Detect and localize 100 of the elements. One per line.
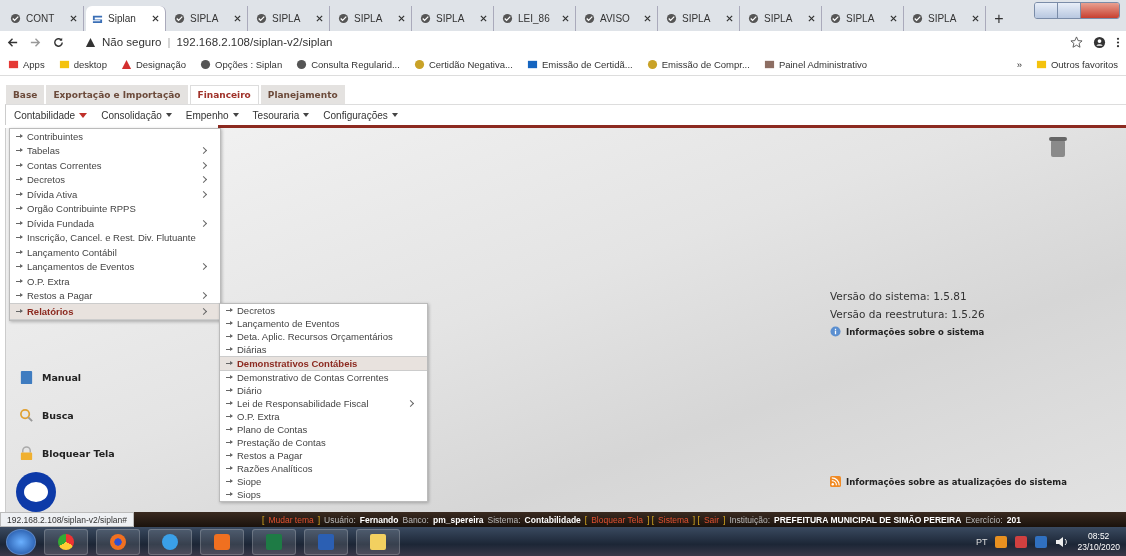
status-text: Sistema: [487, 514, 521, 525]
menu-button[interactable]: Empenho [185, 109, 239, 121]
start-button[interactable] [6, 528, 36, 555]
profile-icon[interactable] [1093, 35, 1106, 49]
close-icon[interactable] [562, 15, 569, 22]
menu-item[interactable]: Contribuintes [10, 129, 220, 144]
close-icon[interactable] [152, 15, 159, 22]
module-tab[interactable]: Financeiro [189, 85, 259, 104]
taskbar-app-icon[interactable] [44, 528, 88, 555]
close-icon[interactable] [808, 15, 815, 22]
app-favicon-icon [92, 13, 103, 24]
close-icon[interactable] [398, 15, 405, 22]
bookmark[interactable]: Emissão de Certidã... [526, 58, 633, 70]
bookmark[interactable]: desktop [58, 58, 107, 70]
module-tab[interactable]: Base [6, 85, 45, 104]
close-icon[interactable] [480, 15, 487, 22]
menu-item[interactable]: Siops [220, 488, 427, 501]
browser-tab[interactable]: Siplan [86, 6, 166, 31]
menu-item[interactable]: Dívida Fundada [10, 216, 220, 231]
bookmark[interactable]: Painel Administrativo [763, 58, 868, 70]
close-icon[interactable] [890, 15, 897, 22]
menu-item[interactable]: Diárias [220, 343, 427, 356]
menu-item[interactable]: Decretos [220, 304, 427, 317]
close-icon[interactable] [726, 15, 733, 22]
menu-item[interactable]: Restos a Pagar [220, 449, 427, 462]
menu-item[interactable]: Deta. Aplic. Recursos Orçamentários [220, 330, 427, 343]
side-link[interactable]: Busca [19, 408, 74, 423]
new-tab-button[interactable]: + [988, 6, 1010, 31]
status-link[interactable]: Mudar tema [268, 514, 314, 525]
status-text: [ [262, 514, 265, 525]
window-controls[interactable] [1034, 2, 1120, 19]
version-text: Versão da reestrutura: 1.5.26 [830, 307, 986, 322]
more-bookmarks-button[interactable]: » [1016, 58, 1022, 70]
system-info-link[interactable]: Informações sobre o sistema [830, 326, 1126, 337]
module-tab[interactable]: Exportação e Importação [46, 85, 188, 104]
trash-icon[interactable] [1048, 136, 1068, 158]
menu-item[interactable]: Prestação de Contas [220, 436, 427, 449]
address-bar[interactable]: Não seguro | 192.168.2.108/siplan-v2/siplan [81, 33, 337, 51]
menu-item[interactable]: Demonstrativo de Contas Correntes [220, 371, 427, 384]
close-icon[interactable] [644, 15, 651, 22]
taskbar-app-icon[interactable] [200, 528, 244, 555]
clock[interactable]: 08:52 23/10/2020 [1077, 530, 1120, 553]
menu-item[interactable]: Razões Analíticos [220, 462, 427, 475]
side-link[interactable]: Bloquear Tela [19, 446, 115, 461]
bookmark[interactable]: Emissão de Compr... [646, 58, 750, 70]
menu-button[interactable]: Contabilidade [14, 109, 88, 121]
version-text: Versão do sistema: 1.5.81 [830, 289, 968, 304]
taskbar-app-icon[interactable] [96, 528, 140, 555]
menu-item[interactable]: Lei de Responsabilidade Fiscal [220, 397, 427, 410]
status-link[interactable]: Sistema [658, 514, 689, 525]
language-indicator[interactable]: PT [975, 536, 988, 547]
menu-button[interactable]: Tesouraria [252, 109, 310, 121]
menu-item[interactable]: Diário [220, 384, 427, 397]
side-link[interactable]: Manual [19, 370, 82, 385]
menu-item[interactable]: Dívida Ativa [10, 187, 220, 202]
bookmark[interactable]: Opções : Siplan [200, 58, 283, 70]
menu-item[interactable]: Lançamento de Eventos [220, 317, 427, 330]
close-icon[interactable] [972, 15, 979, 22]
menu-button[interactable]: Configurações [323, 109, 398, 121]
reload-icon[interactable] [52, 35, 65, 49]
taskbar-app-icon[interactable] [356, 528, 400, 555]
bookmark[interactable]: Consulta Regularid... [296, 58, 400, 70]
menu-item[interactable]: Contas Correntes [10, 158, 220, 173]
status-link[interactable]: Bloquear Tela [591, 514, 643, 525]
menu-item[interactable]: Restos a Pagar [10, 288, 220, 303]
close-icon[interactable] [234, 15, 241, 22]
menu-item[interactable]: Siope [220, 475, 427, 488]
menu-icon[interactable] [1116, 35, 1120, 49]
status-text: Exercício: [965, 514, 1003, 525]
taskbar-app-icon[interactable] [148, 528, 192, 555]
tray-icon[interactable] [995, 535, 1008, 548]
menu-item[interactable]: Relatórios [10, 303, 220, 320]
menu-item[interactable]: Lançamentos de Eventos [10, 259, 220, 274]
speaker-icon[interactable] [1055, 535, 1070, 548]
menu-item[interactable]: O.P. Extra [220, 410, 427, 423]
bookmark[interactable]: Designação [120, 58, 187, 70]
tray-icon[interactable] [1015, 535, 1028, 548]
menu-item[interactable]: Demonstrativos Contábeis [220, 356, 427, 371]
status-text: ] [317, 514, 321, 525]
updates-link[interactable]: Informações sobre as atualizações do sistema [830, 476, 1126, 487]
bookmark[interactable]: Outros favoritos [1035, 58, 1118, 70]
module-tab[interactable]: Planejamento [260, 85, 345, 104]
book-icon [19, 370, 34, 385]
status-link[interactable]: Sair [703, 514, 720, 525]
menu-item[interactable]: Plano de Contas [220, 423, 427, 436]
menu-item[interactable]: Decretos [10, 172, 220, 187]
menu-item[interactable]: O.P. Extra [10, 274, 220, 289]
tray-icon[interactable] [1035, 535, 1048, 548]
lock-icon [19, 446, 34, 461]
bookmark[interactable]: Certidão Negativa... [413, 58, 513, 70]
close-icon[interactable] [70, 15, 77, 22]
status-text: ] [ [647, 514, 655, 525]
menu-item[interactable]: Tabelas [10, 143, 220, 158]
star-icon[interactable] [1070, 35, 1083, 49]
menu-item[interactable]: Lançamento Contábil [10, 245, 220, 260]
menu-button[interactable]: Consolidação [101, 109, 172, 121]
menu-item[interactable]: Orgão Contribuinte RPPS [10, 201, 220, 216]
close-icon[interactable] [316, 15, 323, 22]
menu-item[interactable]: Inscrição, Cancel. e Rest. Div. Flutuante [10, 230, 220, 245]
bookmark[interactable]: Apps [8, 58, 45, 70]
